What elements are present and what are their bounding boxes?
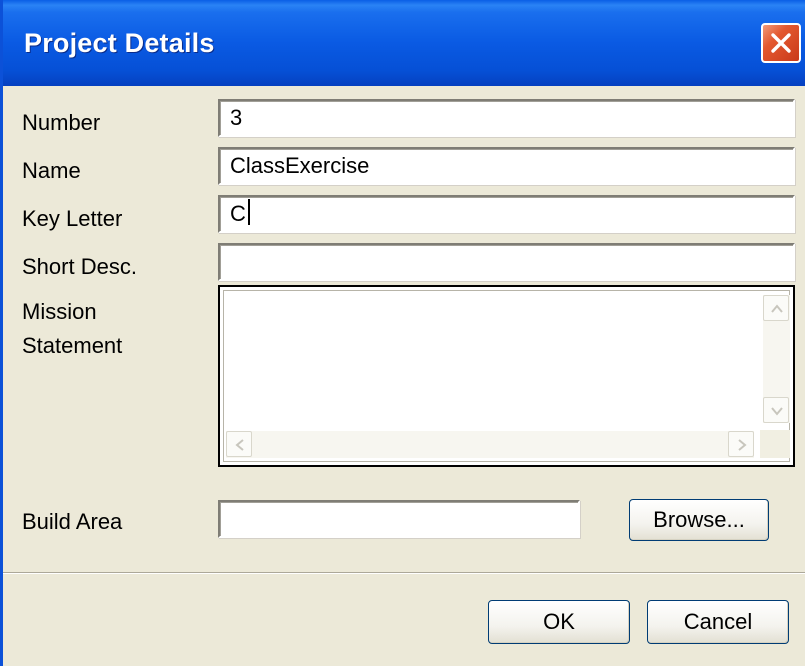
key-letter-label: Key Letter xyxy=(22,206,123,231)
arrow-down-icon xyxy=(771,407,783,416)
scrollbar-corner xyxy=(760,430,790,458)
ok-button[interactable]: OK xyxy=(488,600,630,644)
name-value: ClassExercise xyxy=(230,153,370,178)
scroll-down-button[interactable] xyxy=(763,397,789,423)
build-area-field[interactable] xyxy=(218,500,580,538)
build-area-label: Build Area xyxy=(22,509,123,534)
project-details-dialog: Project Details Number 3 Name ClassExerc… xyxy=(0,0,805,666)
window-title: Project Details xyxy=(24,28,215,58)
name-label: Name xyxy=(22,158,81,183)
mission-label-line2: Statement xyxy=(22,333,123,358)
arrow-up-icon xyxy=(771,304,783,313)
short-desc-label: Short Desc. xyxy=(22,254,137,279)
name-field[interactable]: ClassExercise xyxy=(218,147,795,185)
short-desc-field[interactable] xyxy=(218,243,795,281)
number-label: Number xyxy=(22,110,101,135)
scroll-right-button[interactable] xyxy=(728,431,754,457)
key-letter-value: C xyxy=(230,201,246,226)
footer-separator xyxy=(3,572,805,574)
title-bar[interactable]: Project Details xyxy=(3,0,805,86)
number-value: 3 xyxy=(230,105,243,130)
browse-button[interactable]: Browse... xyxy=(629,499,769,541)
mission-statement-textarea[interactable] xyxy=(218,285,795,467)
mission-label-line1: Mission xyxy=(22,299,97,324)
text-caret xyxy=(247,199,250,225)
scroll-up-button[interactable] xyxy=(763,295,789,321)
close-icon xyxy=(771,33,791,53)
arrow-right-icon xyxy=(738,439,747,451)
horizontal-scrollbar[interactable] xyxy=(226,431,754,458)
number-field[interactable]: 3 xyxy=(218,99,795,137)
scroll-left-button[interactable] xyxy=(226,431,252,457)
vertical-scrollbar[interactable] xyxy=(763,295,790,423)
key-letter-field[interactable]: C xyxy=(218,195,795,233)
cancel-button[interactable]: Cancel xyxy=(647,600,789,644)
close-button[interactable] xyxy=(761,23,801,63)
arrow-left-icon xyxy=(235,439,244,451)
